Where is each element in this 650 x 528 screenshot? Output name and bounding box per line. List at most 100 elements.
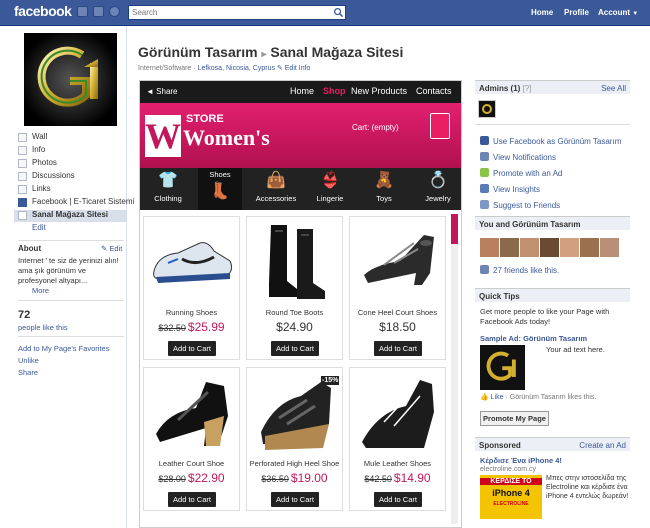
shopping-bag-icon[interactable] (430, 113, 450, 139)
shop-nav-new-products[interactable]: New Products (351, 86, 407, 96)
divider (18, 300, 124, 301)
add-to-cart-button[interactable]: Add to Cart (271, 492, 319, 507)
share-icon: ◄ (146, 87, 154, 96)
friend-requests-icon[interactable] (77, 6, 88, 17)
old-price: $32.50 (158, 323, 186, 333)
product-card[interactable]: -15% Perforated High Heel Shoe $36.50 $19… (246, 367, 343, 511)
page-name[interactable]: Görünüm Tasarım (138, 44, 258, 60)
friend-avatar[interactable] (540, 238, 559, 257)
ad-title[interactable]: Κέρδισε Ένα iPhone 4! (480, 456, 562, 465)
ad-image[interactable]: ΚΕΡΔΙΣΕ ΤΟ iPhone 4 ELECTROLINE (480, 475, 542, 519)
product-price: $18.50 (350, 320, 445, 334)
shop-share-button[interactable]: ◄ Share (146, 87, 178, 96)
admin-avatar[interactable] (478, 100, 496, 118)
notifications-icon[interactable] (109, 6, 120, 17)
jewelry-icon: 💍 (428, 172, 448, 189)
nav-profile[interactable]: Profile (564, 8, 589, 17)
add-to-cart-button[interactable]: Add to Cart (271, 341, 319, 356)
sample-ad-title[interactable]: Sample Ad: Görünüm Tasarım (480, 334, 587, 343)
scrollbar-thumb[interactable] (451, 214, 458, 244)
ad-domain: electroline.com.cy (480, 466, 537, 473)
old-price: $42.50 (364, 474, 392, 484)
shop-nav-contacts[interactable]: Contacts (416, 86, 452, 96)
product-price: $42.50 $14.90 (350, 471, 445, 485)
shop-scrollbar[interactable] (451, 214, 458, 524)
product-name[interactable]: Perforated High Heel Shoe (247, 459, 342, 468)
category-toys[interactable]: 🧸 Toys (364, 168, 404, 210)
share-link[interactable]: Share (18, 368, 38, 377)
banner-title: Women's (183, 125, 270, 150)
product-card[interactable]: Cone Heel Court Shoes $18.50 Add to Cart (349, 216, 446, 360)
see-all-link[interactable]: See All (601, 84, 626, 93)
edit-info-link[interactable]: Edit Info (285, 65, 311, 72)
sample-ad-image[interactable] (480, 345, 525, 390)
sidebar-item-photos[interactable]: Photos (18, 158, 138, 170)
category-lingerie[interactable]: 👙 Lingerie (308, 168, 352, 210)
add-to-cart-button[interactable]: Add to Cart (374, 341, 422, 356)
product-name[interactable]: Mule Leather Shoes (350, 459, 445, 468)
likes-label[interactable]: people like this (18, 323, 68, 332)
category-shoes[interactable]: Shoes 👢 (198, 168, 242, 210)
sidebar-item-info[interactable]: Info (18, 145, 138, 157)
shop-nav-shop[interactable]: Shop (323, 86, 346, 96)
friend-avatar[interactable] (480, 238, 499, 257)
suggest-to-friends-link[interactable]: Suggest to Friends (480, 200, 560, 210)
cone-heel-shoe-image (364, 235, 434, 285)
create-ad-link[interactable]: Create an Ad (579, 441, 626, 450)
product-name[interactable]: Cone Heel Court Shoes (350, 308, 445, 317)
search-icon[interactable] (333, 7, 344, 18)
product-card[interactable]: Mule Leather Shoes $42.50 $14.90 Add to C… (349, 367, 446, 511)
friends-like-link[interactable]: 27 friends like this. (480, 265, 559, 275)
product-name[interactable]: Leather Court Shoe (144, 459, 239, 468)
use-facebook-as-link[interactable]: Use Facebook as Görünüm Tasarım (480, 136, 621, 146)
tab-name: Sanal Mağaza Sitesi (270, 44, 404, 60)
category-accessories[interactable]: 👜 Accessories (248, 168, 304, 210)
add-to-favorites-link[interactable]: Add to My Page's Favorites (18, 344, 109, 353)
sidebar-item-links[interactable]: Links (18, 184, 138, 196)
unlike-link[interactable]: Unlike (18, 356, 39, 365)
view-insights-link[interactable]: View Insights (480, 184, 540, 194)
new-price: $18.50 (379, 320, 416, 334)
friend-avatar[interactable] (500, 238, 519, 257)
profile-picture[interactable] (24, 33, 117, 126)
new-price: $19.00 (290, 471, 328, 485)
sidebar-item-wall[interactable]: Wall (18, 132, 138, 144)
add-to-cart-button[interactable]: Add to Cart (168, 492, 216, 507)
nav-home[interactable]: Home (531, 8, 553, 17)
view-notifications-link[interactable]: View Notifications (480, 152, 556, 162)
product-card[interactable]: Leather Court Shoe $28.00 $22.90 Add to C… (143, 367, 240, 511)
running-shoe-image (153, 242, 233, 283)
promote-icon (480, 168, 489, 177)
about-more-link[interactable]: More (32, 286, 49, 295)
old-price: $36.50 (261, 474, 289, 484)
divider (475, 124, 630, 125)
facebook-logo[interactable]: facebook (14, 3, 72, 19)
about-edit-link[interactable]: ✎ Edit (101, 244, 122, 253)
product-card[interactable]: Running Shoes $32.50 $25.99 Add to Cart (143, 216, 240, 360)
product-price: $28.00 $22.90 (144, 471, 239, 485)
page-location-link[interactable]: Lefkosa, Nicosia, Cyprus (198, 65, 275, 72)
cart-status[interactable]: Cart: (empty) (352, 123, 422, 135)
discussions-icon (18, 172, 27, 181)
product-name[interactable]: Running Shoes (144, 308, 239, 317)
sidebar-item-eticaret[interactable]: Facebook | E-Ticaret Sistemi (18, 197, 138, 209)
messages-icon[interactable] (93, 6, 104, 17)
friend-avatar[interactable] (600, 238, 619, 257)
nav-account[interactable]: Account ▼ (598, 8, 638, 17)
promote-page-button[interactable]: Promote My Page (480, 411, 549, 426)
sidebar-item-discussions[interactable]: Discussions (18, 171, 138, 183)
search-input[interactable] (128, 5, 346, 20)
add-to-cart-button[interactable]: Add to Cart (168, 341, 216, 356)
sidebar-edit-link[interactable]: Edit (32, 223, 46, 232)
sidebar-item-sanal-magaza[interactable]: Sanal Mağaza Sitesi (14, 210, 126, 222)
friend-avatar[interactable] (560, 238, 579, 257)
shop-nav-home[interactable]: Home (290, 86, 314, 96)
product-name[interactable]: Round Toe Boots (247, 308, 342, 317)
product-card[interactable]: Round Toe Boots $24.90 Add to Cart (246, 216, 343, 360)
friend-avatar[interactable] (580, 238, 599, 257)
promote-ad-link[interactable]: Promote with an Ad (480, 168, 562, 178)
category-clothing[interactable]: 👕 Clothing (144, 168, 192, 210)
friend-avatar[interactable] (520, 238, 539, 257)
category-jewelry[interactable]: 💍 Jewelry (416, 168, 460, 210)
add-to-cart-button[interactable]: Add to Cart (374, 492, 422, 507)
